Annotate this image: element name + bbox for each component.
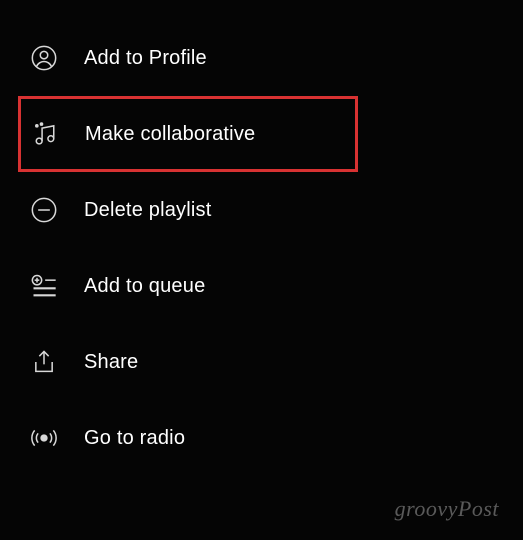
radio-icon — [28, 422, 60, 454]
menu-item-label: Go to radio — [84, 427, 185, 450]
music-note-icon — [29, 118, 61, 150]
menu-item-label: Delete playlist — [84, 199, 212, 222]
menu-item-make-collaborative[interactable]: Make collaborative — [18, 96, 358, 172]
menu-item-label: Add to queue — [84, 275, 205, 298]
menu-item-share[interactable]: Share — [0, 324, 523, 400]
menu-item-label: Share — [84, 351, 138, 374]
menu-item-add-to-queue[interactable]: Add to queue — [0, 248, 523, 324]
context-menu: Add to Profile Make collaborative Delete… — [0, 20, 523, 476]
share-icon — [28, 346, 60, 378]
minus-circle-icon — [28, 194, 60, 226]
menu-item-delete-playlist[interactable]: Delete playlist — [0, 172, 523, 248]
menu-item-go-to-radio[interactable]: Go to radio — [0, 400, 523, 476]
profile-icon — [28, 42, 60, 74]
menu-item-add-to-profile[interactable]: Add to Profile — [0, 20, 523, 96]
watermark: groovyPost — [395, 496, 499, 522]
menu-item-label: Add to Profile — [84, 47, 207, 70]
menu-item-label: Make collaborative — [85, 123, 255, 146]
queue-add-icon — [28, 270, 60, 302]
